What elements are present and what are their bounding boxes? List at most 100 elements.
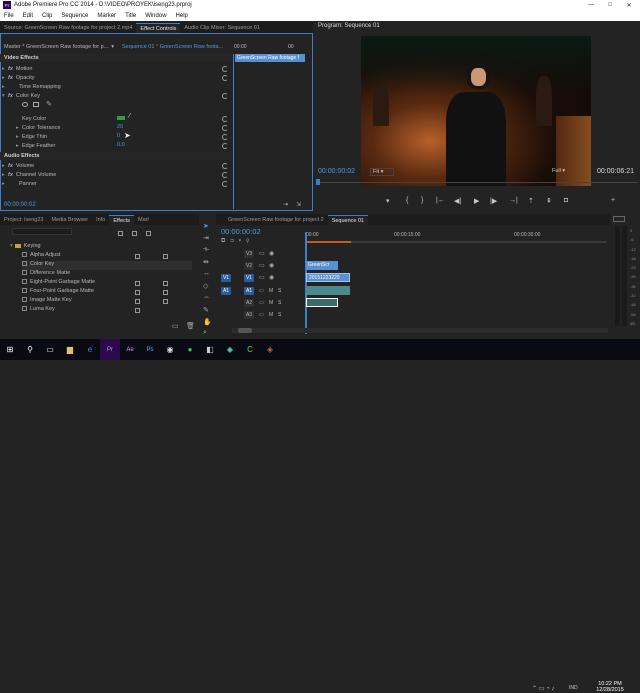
photoshop-icon[interactable]: Ps [140, 339, 160, 360]
tab-effect-controls[interactable]: Effect Controls [136, 23, 181, 33]
track-a3[interactable]: A3 [244, 311, 254, 319]
export-icon[interactable]: ⇲ [296, 201, 301, 208]
color-tolerance-value[interactable]: 20 [117, 124, 123, 130]
reset-icon[interactable] [222, 75, 228, 81]
mute-button[interactable]: M [269, 300, 273, 306]
maximize-button[interactable]: □ [601, 0, 619, 10]
zoom-tool-icon[interactable]: ⌕ [203, 329, 207, 337]
fit-zoom-select[interactable]: Fit ▾ [370, 168, 394, 176]
timeline-playhead[interactable] [305, 232, 307, 334]
sync-lock-icon[interactable]: ▭ [259, 312, 264, 318]
menu-sequence[interactable]: Sequence [61, 13, 88, 19]
task-view-icon[interactable]: ▭ [40, 339, 60, 360]
taskbar-clock[interactable]: 10:22 PM 12/28/2015 [593, 681, 627, 693]
file-explorer-icon[interactable]: ▆ [60, 339, 80, 360]
program-playhead[interactable] [316, 179, 320, 185]
menu-edit[interactable]: Edit [23, 13, 33, 19]
windows-start-icon[interactable]: ⊞ [0, 339, 20, 360]
program-monitor-tab[interactable]: Program: Sequence 01 [318, 23, 380, 29]
timeline-clip-a2[interactable] [306, 298, 338, 307]
rolling-edit-tool-icon[interactable]: ⇹ [203, 258, 209, 266]
param-edge-feather[interactable]: ▸ Edge Feather [16, 141, 55, 150]
app-icon[interactable]: ◆ [220, 339, 240, 360]
source-patch-v1[interactable]: V1 [221, 274, 231, 282]
reset-icon[interactable] [222, 172, 228, 178]
menu-clip[interactable]: Clip [42, 13, 52, 19]
go-to-out-button[interactable]: →| [509, 197, 518, 204]
reset-icon[interactable] [222, 125, 228, 131]
timeline-timecode[interactable]: 00:00:00:02 [221, 227, 261, 236]
tab-project[interactable]: Project: iseng23 [0, 215, 47, 225]
eye-icon[interactable]: ◉ [269, 262, 274, 269]
app-icon[interactable]: ● [180, 339, 200, 360]
rate-stretch-tool-icon[interactable]: ↔ [203, 270, 210, 277]
effect-item-color-key[interactable]: Color Key [22, 261, 192, 270]
eye-icon[interactable]: ◉ [269, 274, 274, 281]
source-patch-v3[interactable] [221, 250, 231, 258]
accelerated-effects-icon[interactable] [118, 231, 123, 236]
solo-button[interactable]: S [278, 300, 281, 306]
meters-menu-icon[interactable] [613, 216, 625, 222]
32bit-effects-icon[interactable] [132, 231, 137, 236]
timeline-scroll-thumb[interactable] [238, 328, 252, 333]
razor-tool-icon[interactable]: ◇ [203, 282, 208, 290]
key-color-swatch[interactable] [117, 116, 125, 120]
menu-help[interactable]: Help [176, 13, 188, 19]
app-icon[interactable]: ◉ [160, 339, 180, 360]
sync-lock-icon[interactable]: ▭ [259, 274, 265, 281]
solo-button[interactable]: S [278, 288, 281, 294]
timeline-clip-v1[interactable]: 20151223220 [306, 273, 350, 282]
program-video-frame[interactable] [361, 36, 591, 186]
mask-rectangle-icon[interactable] [33, 102, 39, 107]
premiere-taskbar-icon[interactable]: Pr [100, 339, 120, 360]
reset-icon[interactable] [222, 116, 228, 122]
ec-playhead[interactable] [233, 54, 234, 209]
marker-icon[interactable]: ▾ [386, 197, 390, 205]
app-icon[interactable]: ◧ [200, 339, 220, 360]
tab-sequence-greenscreen[interactable]: GreenScreen Raw footage for project 2 [224, 215, 328, 225]
minimize-button[interactable]: — [582, 0, 600, 10]
program-timecode[interactable]: 00:00:00:02 [318, 168, 355, 175]
effect-row-opacity[interactable]: ▸ fx Opacity [2, 73, 35, 82]
work-area-bar[interactable] [306, 241, 351, 243]
menu-file[interactable]: File [4, 13, 14, 19]
reset-icon[interactable] [222, 163, 228, 169]
timeline-clip-a1[interactable] [306, 286, 350, 295]
menu-window[interactable]: Window [145, 13, 166, 19]
effect-row-color-key[interactable]: ▾ fx Color Key [2, 91, 40, 100]
program-scrub-bar[interactable] [316, 182, 638, 183]
filter-icon[interactable]: ⇥ [283, 201, 288, 208]
sync-lock-icon[interactable]: ▭ [259, 250, 265, 257]
app-icon[interactable]: ◈ [260, 339, 280, 360]
tray-icons[interactable]: ⌃ ▭ ◔ ♪ [532, 685, 554, 692]
source-patch-a1[interactable]: A1 [221, 287, 231, 295]
export-frame-icon[interactable]: ◘ [564, 197, 568, 204]
reset-icon[interactable] [222, 134, 228, 140]
step-back-button[interactable]: ◀| [454, 197, 461, 205]
eyedropper-icon[interactable]: ⁄ [129, 113, 130, 120]
eye-icon[interactable]: ◉ [269, 250, 274, 257]
lift-icon[interactable]: ⇡ [528, 197, 534, 205]
master-clip-selector[interactable]: Master * GreenScreen Raw footage for p..… [4, 44, 114, 50]
solo-button[interactable]: S [278, 312, 281, 318]
effect-row-panner[interactable]: ▸ Panner [2, 179, 37, 188]
param-edge-thin[interactable]: ▸ Edge Thin [16, 132, 47, 141]
after-effects-icon[interactable]: Ae [120, 339, 140, 360]
effect-row-time-remapping[interactable]: ▸ Time Remapping [2, 82, 61, 91]
tab-sequence-01[interactable]: Sequence 01 [327, 215, 369, 225]
sync-lock-icon[interactable]: ▭ [259, 300, 264, 306]
tab-media-browser[interactable]: Media Browser [47, 215, 92, 225]
edge-thin-value[interactable]: 0 [117, 133, 120, 139]
track-a2[interactable]: A2 [244, 299, 254, 307]
input-language[interactable]: IND [569, 685, 578, 691]
pen-tool-icon[interactable]: ✎ [203, 306, 209, 314]
track-v2[interactable]: V2 [244, 262, 254, 270]
effect-row-motion[interactable]: ▸ fx Motion [2, 64, 32, 73]
extract-icon[interactable]: ⇞ [546, 197, 552, 205]
mute-button[interactable]: M [269, 312, 273, 318]
effect-row-volume[interactable]: ▸ fx Volume [2, 161, 34, 170]
effect-row-channel-volume[interactable]: ▸ fx Channel Volume [2, 170, 56, 179]
effect-item-difference-matte[interactable]: Difference Matte [22, 270, 192, 279]
sync-lock-icon[interactable]: ▭ [259, 262, 265, 269]
play-button[interactable]: ▶ [474, 197, 479, 205]
